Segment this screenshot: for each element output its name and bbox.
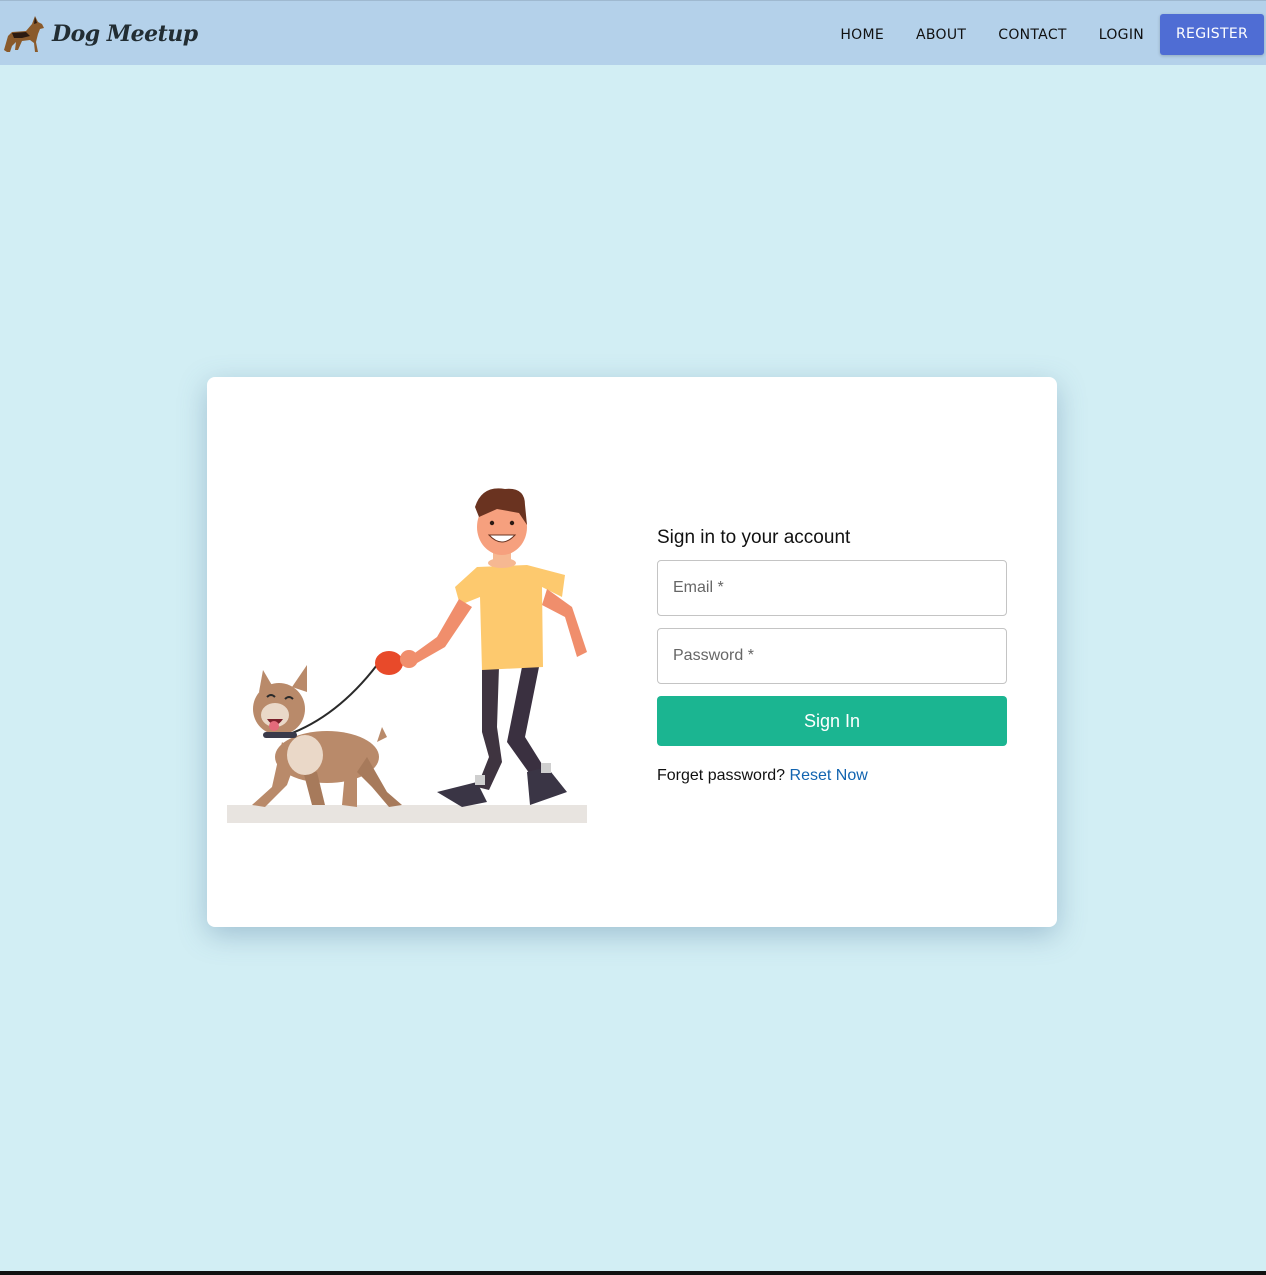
brand-logo[interactable]: Dog Meetup <box>0 11 198 57</box>
bottom-border <box>0 1271 1266 1275</box>
register-button[interactable]: REGISTER <box>1160 14 1264 55</box>
nav-contact[interactable]: CONTACT <box>982 27 1083 43</box>
email-input[interactable] <box>671 578 993 598</box>
forgot-password-row: Forget password? Reset Now <box>657 767 1007 785</box>
password-input[interactable] <box>671 646 993 666</box>
login-card: Sign in to your account Sign In Forget p… <box>207 377 1057 927</box>
password-field[interactable] <box>657 628 1007 684</box>
nav-about[interactable]: ABOUT <box>900 27 982 43</box>
nav-home[interactable]: HOME <box>824 27 900 43</box>
man-walking-dog-illustration <box>227 488 587 823</box>
dog-logo-icon <box>4 16 44 52</box>
reset-now-link[interactable]: Reset Now <box>790 767 868 784</box>
email-field[interactable] <box>657 560 1007 616</box>
nav-login[interactable]: LOGIN <box>1083 27 1160 43</box>
sign-in-button[interactable]: Sign In <box>657 696 1007 746</box>
nav-links: HOME ABOUT CONTACT LOGIN REGISTER <box>824 14 1264 55</box>
navbar: Dog Meetup HOME ABOUT CONTACT LOGIN REGI… <box>0 0 1266 65</box>
login-title: Sign in to your account <box>657 527 851 548</box>
brand-name: Dog Meetup <box>52 21 198 47</box>
login-form: Sign in to your account Sign In Forget p… <box>657 527 1007 785</box>
forgot-password-text: Forget password? <box>657 767 790 784</box>
